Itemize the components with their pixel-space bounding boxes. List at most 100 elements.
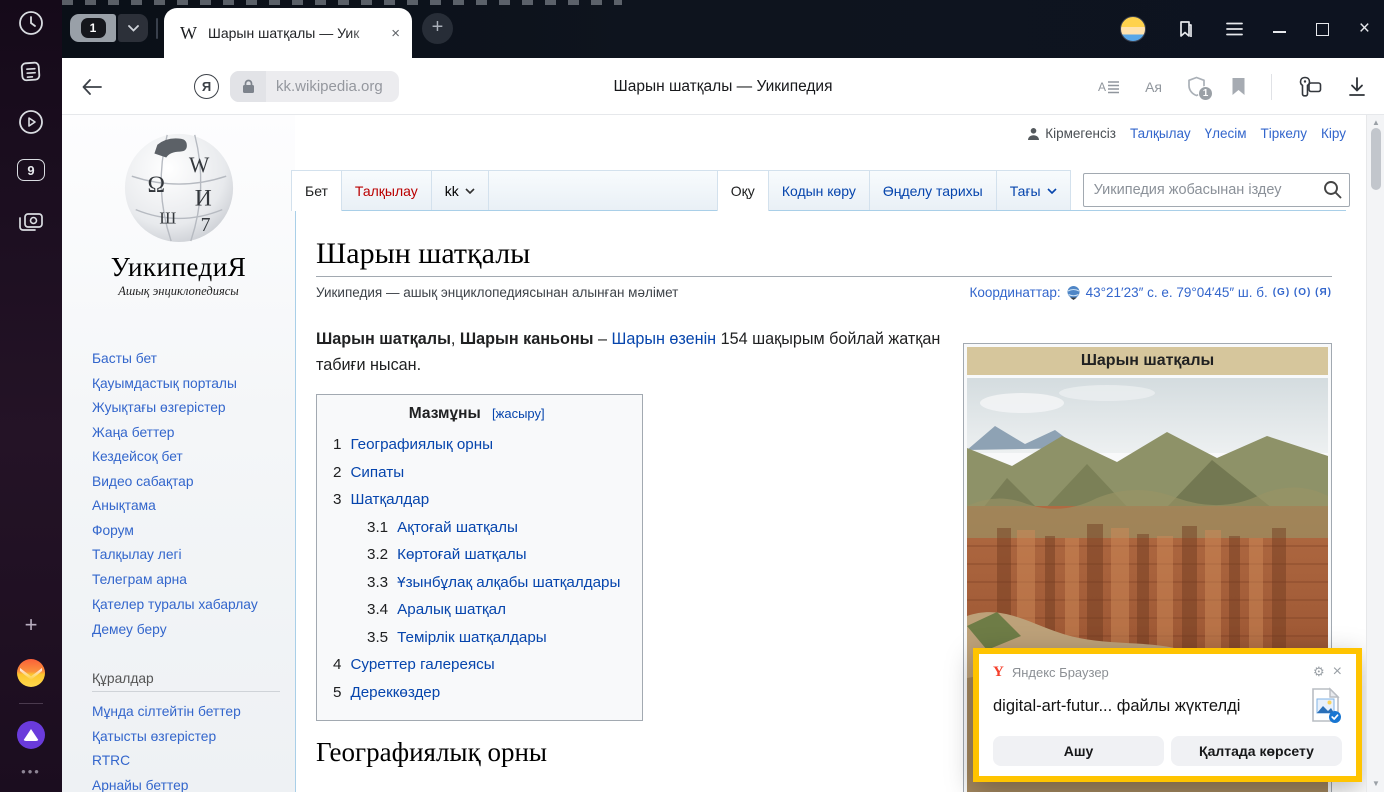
tools-link[interactable]: RTRC xyxy=(92,753,130,768)
new-tab-button[interactable]: + xyxy=(422,13,453,44)
notification-settings-gear-icon[interactable]: ⚙ xyxy=(1313,664,1325,680)
nav-link[interactable]: Видео сабақтар xyxy=(92,474,194,489)
scrollbar-thumb[interactable] xyxy=(1371,128,1381,190)
window-maximize-button[interactable] xyxy=(1316,23,1329,36)
nav-link[interactable]: Қателер туралы хабарлау xyxy=(92,597,258,612)
translate-icon[interactable]: Aя xyxy=(1145,79,1162,95)
tab-group-pill[interactable]: 1 xyxy=(70,14,148,42)
password-manager-icon[interactable] xyxy=(1297,76,1323,98)
personal-link-talk[interactable]: Талқылау xyxy=(1130,126,1191,141)
svg-text:7: 7 xyxy=(200,214,210,236)
toc-link[interactable]: Темірлік шатқалдары xyxy=(397,629,547,646)
tab-page[interactable]: Бет xyxy=(291,170,342,211)
nav-link[interactable]: Жуықтағы өзгерістер xyxy=(92,400,226,415)
notes-icon[interactable] xyxy=(18,59,44,85)
article-title: Шарын шатқалы xyxy=(316,237,1332,277)
toc-link[interactable]: Шатқалдар xyxy=(350,491,429,508)
coordinates-label-link[interactable]: Координаттар: xyxy=(969,285,1060,300)
tab-counter-badge[interactable]: 9 xyxy=(17,159,45,181)
tab-more-dropdown[interactable]: Тағы xyxy=(997,170,1071,210)
toc-link[interactable]: Ұзынбұлақ алқабы шатқалдары xyxy=(397,574,620,591)
alice-assistant-icon[interactable] xyxy=(17,721,45,749)
tab-view-source[interactable]: Кодын көру xyxy=(769,170,870,210)
search-input[interactable] xyxy=(1083,173,1350,207)
bookmark-icon[interactable] xyxy=(1231,77,1246,96)
more-options-dots-icon[interactable]: ••• xyxy=(21,764,41,779)
tab-history[interactable]: Өңделу тарихы xyxy=(870,170,997,210)
address-bar[interactable]: kk.wikipedia.org xyxy=(230,71,399,102)
intro-paragraph: Шарын шатқалы, Шарын каньоны – Шарын өзе… xyxy=(316,326,964,378)
browser-tab[interactable]: W Шарын шатқалы — Уик × xyxy=(164,8,412,58)
notification-close-icon[interactable]: × xyxy=(1333,663,1342,681)
wikipedia-logo[interactable]: Ω W И 7 Ш УикипедиЯ Ашық энциклопедиясы xyxy=(62,127,295,299)
show-in-folder-button[interactable]: Қалтада көрсету xyxy=(1171,736,1342,766)
nav-link[interactable]: Телеграм арна xyxy=(92,572,187,587)
logged-out-status: Кірмегенсіз xyxy=(1027,126,1116,141)
wikipedia-globe-icon: Ω W И 7 Ш xyxy=(120,127,238,245)
history-clock-icon[interactable] xyxy=(18,10,44,36)
tab-talk[interactable]: Талқылау xyxy=(342,170,432,210)
protect-shield-icon[interactable]: 1 xyxy=(1187,76,1206,97)
yandex-search-button[interactable]: Я xyxy=(194,58,219,115)
wiki-sidebar: Ω W И 7 Ш УикипедиЯ Ашық энциклопедиясы … xyxy=(62,115,295,792)
menu-hamburger-icon[interactable] xyxy=(1226,22,1243,36)
nav-link[interactable]: Қауымдастық порталы xyxy=(92,376,237,391)
sidebar-divider xyxy=(19,703,43,704)
scroll-up-arrow[interactable]: ▲ xyxy=(1367,115,1384,129)
tab-read[interactable]: Оқу xyxy=(717,170,769,211)
downloads-icon[interactable] xyxy=(1348,77,1366,97)
user-avatar[interactable] xyxy=(1120,16,1146,42)
tab-group-count: 1 xyxy=(81,18,106,38)
video-play-icon[interactable] xyxy=(18,109,44,135)
screenshot-camera-icon[interactable] xyxy=(17,210,45,234)
window-minimize-button[interactable] xyxy=(1273,25,1286,33)
nav-link[interactable]: Жаңа беттер xyxy=(92,425,175,440)
nav-link[interactable]: Кездейсоқ бет xyxy=(92,449,183,464)
svg-text:Ω: Ω xyxy=(147,172,165,198)
nav-link[interactable]: Басты бет xyxy=(92,351,157,366)
river-link[interactable]: Шарын өзенін xyxy=(611,330,716,348)
svg-text:Ш: Ш xyxy=(159,208,176,227)
toc-link[interactable]: Аралық шатқал xyxy=(397,601,506,618)
tab-count-label: 9 xyxy=(17,159,45,181)
coordinates-value-link[interactable]: 43°21′23″ с. е. 79°04′45″ ш. б. xyxy=(1086,285,1268,300)
personal-link-login[interactable]: Кіру xyxy=(1321,126,1346,141)
yandex-y-icon: Y xyxy=(993,664,1004,681)
tools-link[interactable]: Мұнда сілтейтін беттер xyxy=(92,704,241,719)
web-content: Ω W И 7 Ш УикипедиЯ Ашық энциклопедиясы … xyxy=(62,115,1384,792)
nav-link[interactable]: Форум xyxy=(92,523,134,538)
nav-link[interactable]: Талқылау легі xyxy=(92,547,182,562)
downloaded-image-file-icon[interactable] xyxy=(1310,687,1342,725)
bookmarks-panel-icon[interactable] xyxy=(1176,19,1196,39)
toc-link[interactable]: Географиялық орны xyxy=(350,436,493,453)
coordinates-services[interactable]: (G) (O) (Я) xyxy=(1273,287,1332,298)
search-icon[interactable] xyxy=(1323,180,1342,204)
nav-link[interactable]: Демеу беру xyxy=(92,622,167,637)
toc-link[interactable]: Сипаты xyxy=(350,464,404,481)
tab-group-chevron-icon[interactable] xyxy=(118,14,148,42)
lock-icon[interactable] xyxy=(230,71,266,102)
tools-link[interactable]: Арнайы беттер xyxy=(92,778,188,792)
tab-close-icon[interactable]: × xyxy=(391,25,400,42)
toc-hide-link[interactable]: [жасыру] xyxy=(492,406,545,421)
tab-language-selector[interactable]: kk xyxy=(432,170,489,210)
toc-link[interactable]: Көртоғай шатқалы xyxy=(397,546,526,563)
toc-link[interactable]: Суреттер галереясы xyxy=(350,656,494,673)
scroll-down-arrow[interactable]: ▼ xyxy=(1367,776,1384,790)
nav-link[interactable]: Анықтама xyxy=(92,498,156,513)
toc-link[interactable]: Дереккөздер xyxy=(350,684,440,701)
chevron-down-icon xyxy=(465,188,475,194)
yandex-mail-icon[interactable] xyxy=(17,659,45,687)
tools-link[interactable]: Қатысты өзгерістер xyxy=(92,729,216,744)
open-file-button[interactable]: Ашу xyxy=(993,736,1164,766)
back-button[interactable] xyxy=(82,58,102,115)
page-scrollbar[interactable]: ▲ ▼ xyxy=(1366,115,1384,792)
reader-mode-icon[interactable]: A xyxy=(1098,79,1120,95)
yandex-logo-icon: Я xyxy=(194,74,219,99)
personal-link-contribs[interactable]: Үлесім xyxy=(1205,126,1247,141)
shield-counter-badge: 1 xyxy=(1198,86,1213,101)
personal-link-register[interactable]: Тіркелу xyxy=(1261,126,1308,141)
add-panel-plus-icon[interactable]: + xyxy=(25,612,38,638)
window-close-button[interactable]: × xyxy=(1359,18,1370,40)
toc-link[interactable]: Ақтоғай шатқалы xyxy=(397,519,518,536)
